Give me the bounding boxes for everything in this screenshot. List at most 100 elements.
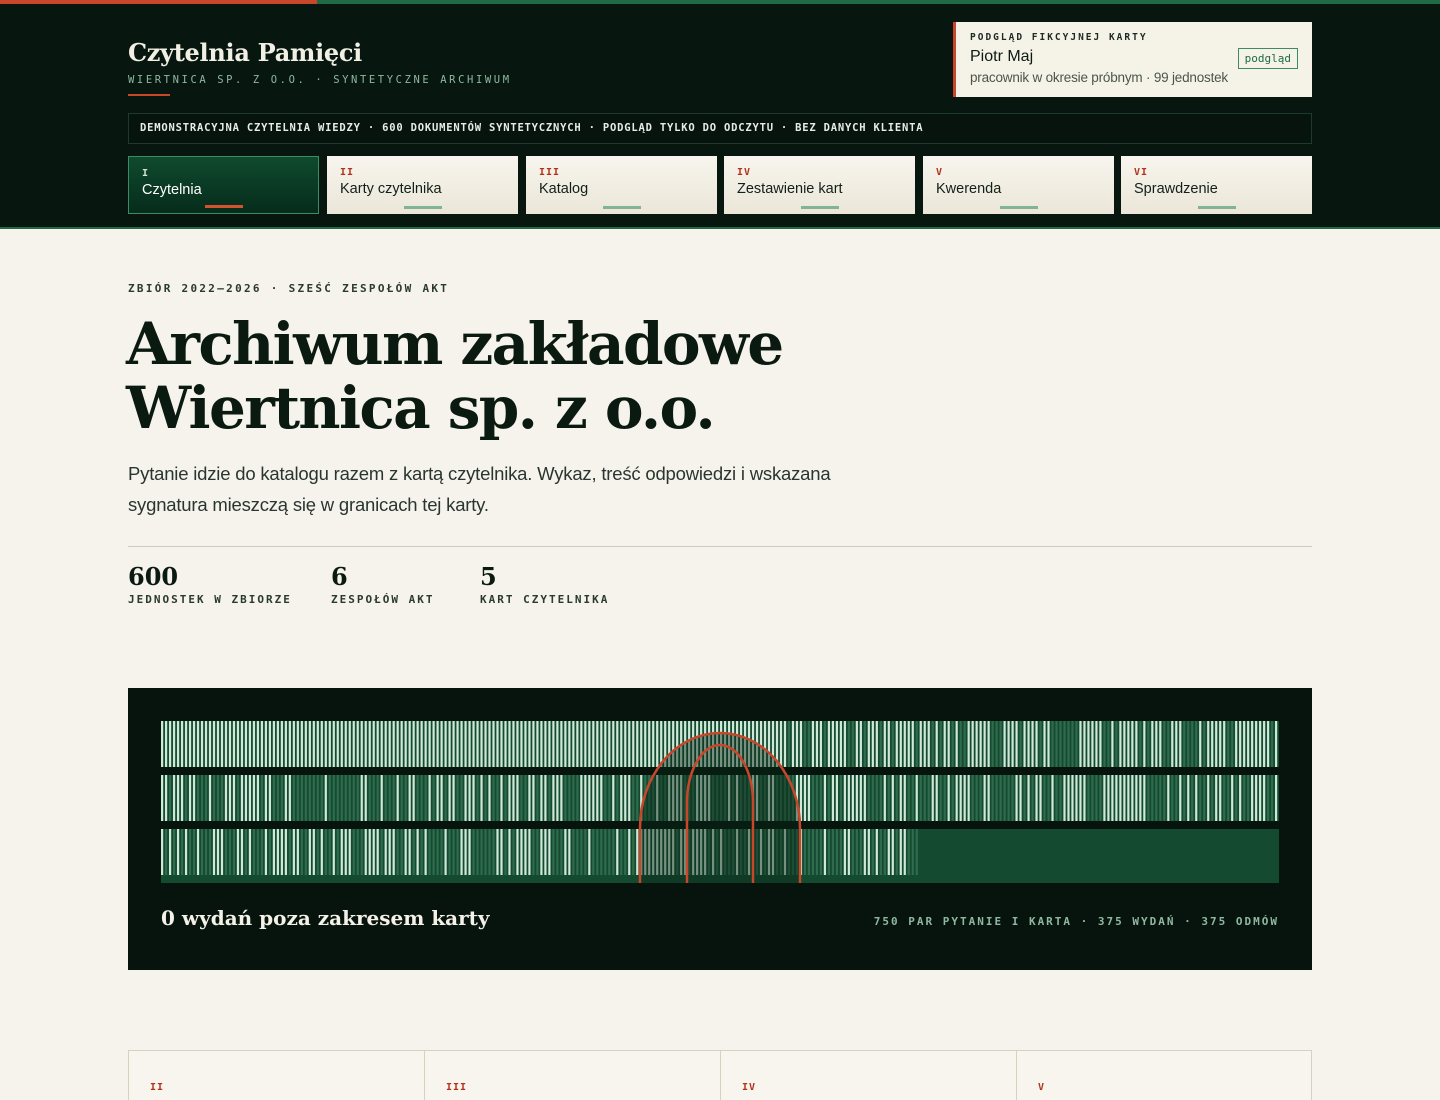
pair-mark-refused xyxy=(200,829,204,875)
pair-mark-issued xyxy=(456,721,459,767)
section-card-number: IV xyxy=(742,1082,757,1093)
pair-mark-issued xyxy=(480,721,483,767)
tab-czytelnia[interactable]: I Czytelnia xyxy=(128,156,319,214)
pair-mark-refused xyxy=(368,775,371,821)
pair-mark-issued xyxy=(600,775,603,821)
pair-mark-issued xyxy=(1123,775,1126,821)
pair-mark-refused xyxy=(859,829,862,875)
pair-mark-issued xyxy=(1075,775,1078,821)
pair-mark-issued xyxy=(779,721,783,767)
pair-mark-refused xyxy=(188,829,192,875)
pair-mark-refused xyxy=(1115,721,1118,767)
pair-mark-issued xyxy=(604,721,607,767)
pair-mark-issued xyxy=(280,829,283,875)
pair-mark-refused xyxy=(923,775,926,821)
pair-mark-issued xyxy=(652,721,655,767)
pair-mark-refused xyxy=(1011,775,1014,821)
pair-mark-issued xyxy=(436,775,439,821)
pair-mark-issued xyxy=(392,829,395,875)
pair-mark-refused xyxy=(1235,775,1238,821)
pair-mark-issued xyxy=(428,775,431,821)
pair-mark-issued xyxy=(544,721,547,767)
pair-mark-issued xyxy=(228,775,232,821)
tab-sprawdzenie[interactable]: VI Sprawdzenie xyxy=(1121,156,1312,214)
pair-mark-refused xyxy=(268,829,272,875)
pair-mark-issued xyxy=(875,829,878,875)
tab-katalog[interactable]: III Katalog xyxy=(526,156,717,214)
section-divider xyxy=(128,546,1312,547)
tab-karty-czytelnika[interactable]: II Karty czytelnika xyxy=(327,156,518,214)
pair-mark-issued xyxy=(212,721,216,767)
masthead: Czytelnia Pamięci WIERTNICA SP. Z O.O. ·… xyxy=(0,4,1440,229)
pair-mark-refused xyxy=(624,829,627,875)
pair-mark-refused xyxy=(863,721,866,767)
pair-mark-refused xyxy=(939,775,942,821)
pair-mark-issued xyxy=(1275,775,1278,821)
section-card[interactable]: II xyxy=(129,1051,425,1100)
pair-mark-issued xyxy=(1215,721,1218,767)
pair-mark-refused xyxy=(915,721,918,767)
pair-mark-issued xyxy=(464,775,467,821)
pair-mark-issued xyxy=(380,775,383,821)
pair-mark-refused xyxy=(572,775,575,821)
pair-mark-refused xyxy=(372,775,375,821)
pair-mark-refused xyxy=(891,721,894,767)
pair-mark-issued xyxy=(835,775,838,821)
pair-mark-issued xyxy=(348,721,351,767)
pair-mark-issued xyxy=(843,829,846,875)
pair-mark-issued xyxy=(875,721,878,767)
pair-mark-issued xyxy=(432,721,435,767)
pair-mark-refused xyxy=(1195,721,1198,767)
pair-mark-issued xyxy=(508,721,511,767)
pair-mark-issued xyxy=(1035,775,1038,821)
pair-mark-refused xyxy=(572,829,575,875)
pair-mark-refused xyxy=(1059,775,1062,821)
pair-mark-refused xyxy=(851,829,854,875)
pair-mark-issued xyxy=(596,721,599,767)
pair-mark-refused xyxy=(276,775,279,821)
pair-mark-issued xyxy=(1023,721,1026,767)
pair-mark-refused xyxy=(432,829,435,875)
pair-mark-issued xyxy=(372,721,375,767)
pair-mark-issued xyxy=(532,721,535,767)
pair-mark-issued xyxy=(947,721,950,767)
pair-mark-refused xyxy=(1187,721,1190,767)
pair-mark-issued xyxy=(500,721,503,767)
pair-mark-issued xyxy=(560,721,563,767)
pair-mark-issued xyxy=(500,775,503,821)
pair-mark-refused xyxy=(332,775,335,821)
tab-kwerenda[interactable]: V Kwerenda xyxy=(923,156,1114,214)
pair-mark-issued xyxy=(1031,721,1034,767)
pair-mark-refused xyxy=(536,775,539,821)
pair-mark-issued xyxy=(1259,775,1262,821)
pair-mark-refused xyxy=(1059,721,1062,767)
pair-mark-refused xyxy=(999,721,1002,767)
pair-mark-issued xyxy=(448,775,451,821)
pair-mark-issued xyxy=(963,775,966,821)
pair-mark-refused xyxy=(1191,775,1194,821)
pair-mark-refused xyxy=(1163,721,1166,767)
pair-mark-issued xyxy=(544,775,547,821)
pair-mark-refused xyxy=(1175,775,1178,821)
pair-mark-refused xyxy=(1095,775,1098,821)
pair-mark-issued xyxy=(532,775,535,821)
pair-mark-issued xyxy=(1219,775,1222,821)
pair-mark-issued xyxy=(368,829,371,875)
pair-mark-refused xyxy=(995,775,998,821)
pair-mark-issued xyxy=(176,829,180,875)
pair-mark-issued xyxy=(192,775,196,821)
pair-mark-refused xyxy=(208,829,212,875)
section-card[interactable]: V xyxy=(1017,1051,1313,1100)
pair-mark-issued xyxy=(316,721,319,767)
pair-mark-issued xyxy=(927,721,930,767)
pair-mark-issued xyxy=(200,721,204,767)
section-card[interactable]: IV xyxy=(721,1051,1017,1100)
pair-mark-issued xyxy=(620,775,623,821)
pair-mark-issued xyxy=(1251,775,1254,821)
pair-mark-refused xyxy=(1271,775,1274,821)
tab-zestawienie-kart[interactable]: IV Zestawienie kart xyxy=(724,156,915,214)
section-card[interactable]: III xyxy=(425,1051,721,1100)
brand-title[interactable]: Czytelnia Pamięci xyxy=(128,38,512,67)
preview-button[interactable]: podgląd xyxy=(1237,48,1298,69)
pair-mark-issued xyxy=(264,721,268,767)
